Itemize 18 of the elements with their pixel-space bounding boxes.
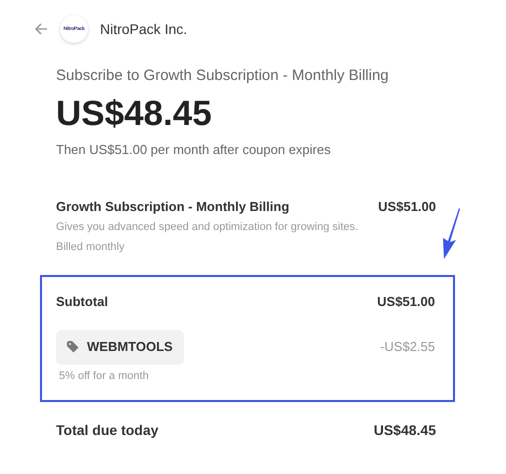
subscription-title: Subscribe to Growth Subscription - Monthly Billing xyxy=(56,66,390,86)
coupon-code: WEBMTOOLS xyxy=(87,338,173,356)
company-name: NitroPack Inc. xyxy=(100,20,188,38)
discount-amount: -US$2.55 xyxy=(380,338,435,356)
total-amount: US$48.45 xyxy=(374,421,436,440)
subtotal-amount: US$51.00 xyxy=(377,293,435,311)
item-amount: US$51.00 xyxy=(378,198,436,216)
item-name: Growth Subscription - Monthly Billing xyxy=(56,198,290,216)
pointer-arrow-icon xyxy=(440,208,462,260)
price-note: Then US$51.00 per month after coupon expires xyxy=(56,141,332,159)
tag-icon xyxy=(67,341,79,353)
coupon-terms: 5% off for a month xyxy=(58,368,150,384)
item-description: Gives you advanced speed and optimization for growing sites. xyxy=(56,220,360,235)
total-label: Total due today xyxy=(56,421,158,440)
back-arrow-icon[interactable] xyxy=(34,22,48,36)
price: US$48.45 xyxy=(56,96,213,131)
billing-frequency: Billed monthly xyxy=(56,240,126,254)
subtotal-label: Subtotal xyxy=(56,293,108,311)
